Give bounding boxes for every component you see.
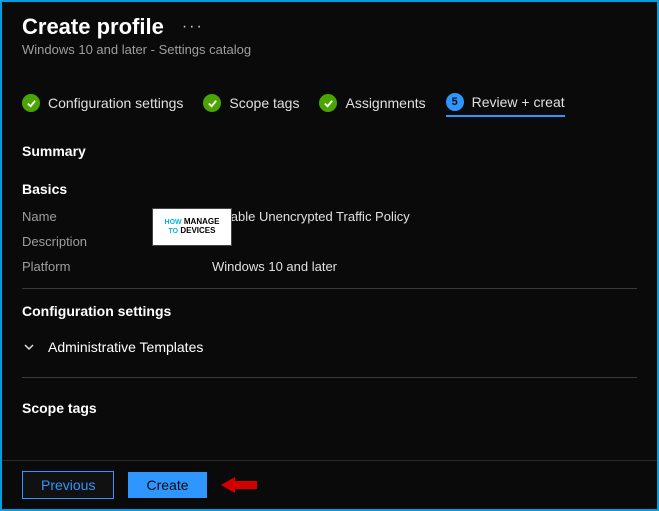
summary-heading: Summary [22,143,637,159]
create-button[interactable]: Create [128,472,206,498]
platform-key: Platform [22,259,162,274]
config-settings-section: Configuration settings [2,303,657,319]
basics-description-row: Description -- [22,234,637,249]
description-key: Description [22,234,162,249]
arrow-left-icon [221,474,257,496]
summary-section: Summary Basics Name Disable Unencrypted … [2,125,657,274]
step-number-badge: 5 [446,93,464,111]
more-icon[interactable]: ··· [182,18,204,36]
step-review-create[interactable]: 5 Review + creat [446,93,565,117]
previous-button[interactable]: Previous [22,471,114,499]
watermark-logo: HOW MANAGE TO DEVICES [152,208,232,246]
step-assignments[interactable]: Assignments [319,94,425,116]
administrative-templates-row[interactable]: Administrative Templates [2,331,657,363]
name-value: Disable Unencrypted Traffic Policy [212,209,410,224]
wizard-steps: Configuration settings Scope tags Assign… [2,65,657,125]
step-label: Review + creat [472,94,565,110]
step-label: Configuration settings [48,95,183,111]
chevron-down-icon [22,340,36,354]
step-configuration-settings[interactable]: Configuration settings [22,94,183,116]
platform-value: Windows 10 and later [212,259,337,274]
page-subtitle: Windows 10 and later - Settings catalog [22,42,637,57]
page-title: Create profile [22,14,164,40]
title-row: Create profile ··· [22,14,637,40]
name-key: Name [22,209,162,224]
step-scope-tags[interactable]: Scope tags [203,94,299,116]
divider [22,377,637,378]
footer-bar: Previous Create [2,460,657,509]
step-label: Scope tags [229,95,299,111]
page-header: Create profile ··· Windows 10 and later … [2,2,657,65]
config-settings-title: Configuration settings [22,303,637,319]
basics-name-row: Name Disable Unencrypted Traffic Policy [22,209,637,224]
check-icon [319,94,337,112]
basics-title: Basics [22,181,637,197]
basics-platform-row: Platform Windows 10 and later [22,259,637,274]
scope-tags-title: Scope tags [2,392,657,416]
check-icon [203,94,221,112]
admin-templates-label: Administrative Templates [48,339,203,355]
step-label: Assignments [345,95,425,111]
divider [22,288,637,289]
check-icon [22,94,40,112]
